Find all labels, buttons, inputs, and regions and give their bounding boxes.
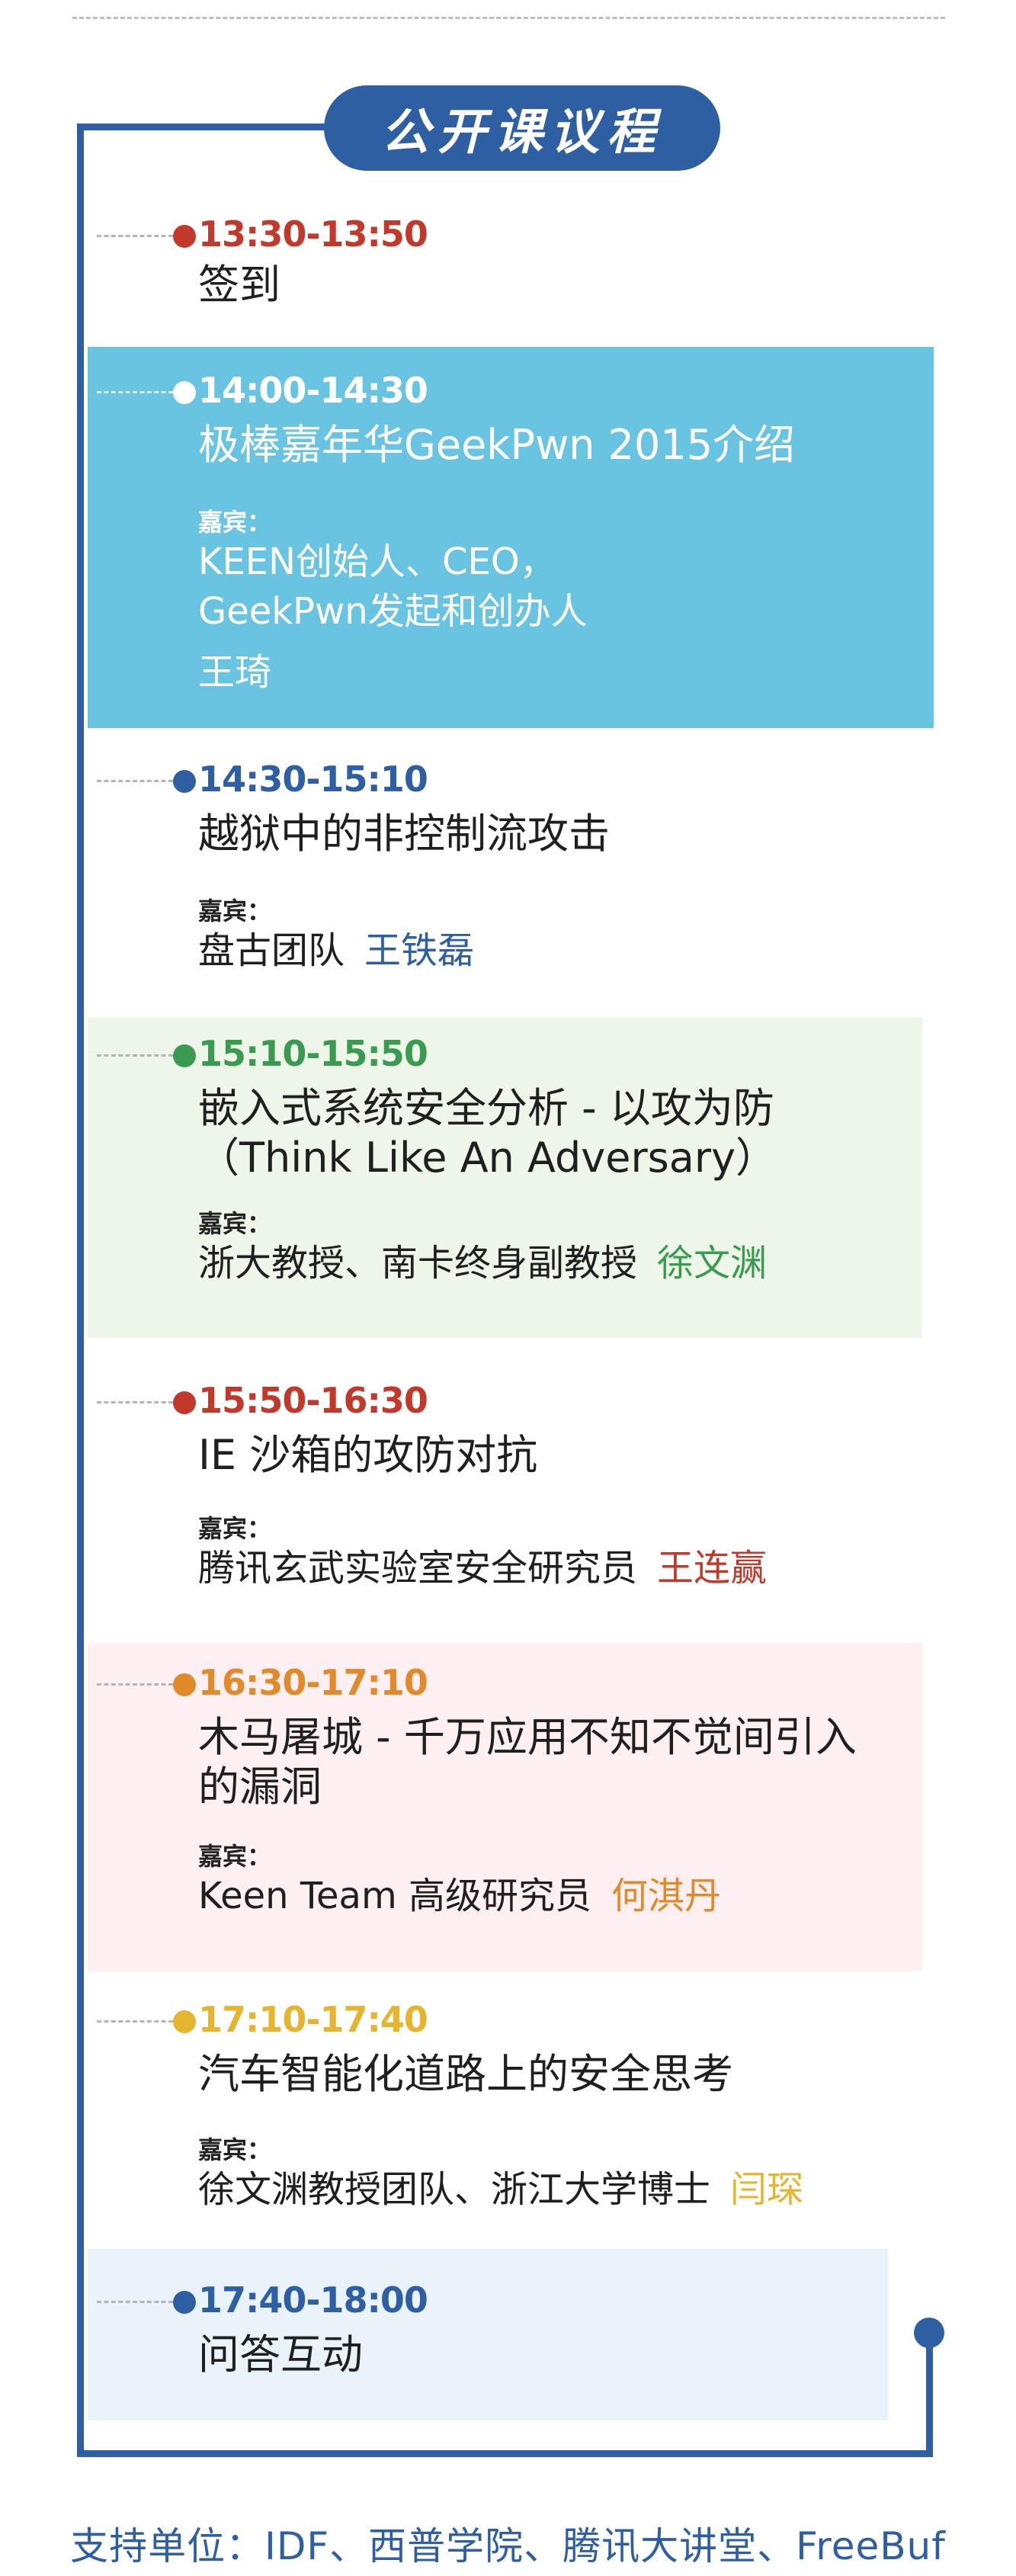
session-7: 17:10-17:40 汽车智能化道路上的安全思考 嘉宾： 徐文渊教授团队、浙江… [88, 1982, 934, 2241]
session-topic: 汽车智能化道路上的安全思考 [198, 2050, 733, 2098]
guest-name: 王琦 [198, 651, 272, 694]
timeline-connector [97, 1401, 173, 1403]
timeline-frame-top [77, 124, 329, 130]
session-time: 17:10-17:40 [198, 1999, 428, 2040]
footer-sponsors: 支持单位：IDF、西普学院、腾讯大讲堂、FreeBuf [70, 2524, 946, 2568]
guest-info: 浙大教授、南卡终身副教授 徐文渊 [198, 1239, 767, 1288]
timeline-connector [97, 2020, 173, 2023]
timeline-connector [97, 2301, 173, 2303]
page-title: 公开课议程 [324, 85, 720, 171]
guest-info: Keen Team 高级研究员 何淇丹 [198, 1872, 721, 1920]
timeline-connector [97, 1054, 173, 1057]
session-time: 14:30-15:10 [198, 759, 428, 800]
session-time: 17:40-18:00 [198, 2279, 428, 2321]
guest-label: 嘉宾： [198, 1514, 272, 1543]
guest-label: 嘉宾： [198, 1842, 272, 1871]
timeline-connector [97, 391, 173, 393]
session-time: 15:50-16:30 [198, 1380, 428, 1421]
session-time: 14:00-14:30 [198, 370, 428, 411]
timeline-dot [173, 2010, 196, 2033]
timeline-dot [173, 381, 196, 404]
session-4: 15:10-15:50 嵌入式系统安全分析 - 以攻为防 （Think Like… [88, 1018, 922, 1338]
guest-name: 王铁磊 [364, 929, 475, 972]
timeline-end-dot [914, 2318, 944, 2348]
guest-role: 腾讯玄武实验室安全研究员 [198, 1547, 638, 1590]
timeline-dot [173, 1673, 196, 1696]
session-topic-line2: （Think Like An Adversary） [198, 1134, 777, 1182]
top-dashed-divider [72, 17, 945, 19]
guest-info: 盘古团队 王铁磊 [198, 926, 474, 975]
session-3: 14:30-15:10 越狱中的非控制流攻击 嘉宾： 盘古团队 王铁磊 [88, 736, 934, 999]
guest-label: 嘉宾： [198, 508, 272, 537]
guest-role: 浙大教授、南卡终身副教授 [198, 1242, 638, 1285]
guest-name: 王连赢 [657, 1547, 768, 1590]
timeline-dot [173, 1044, 196, 1067]
guest-name: 徐文渊 [657, 1242, 768, 1285]
guest-label: 嘉宾： [198, 897, 272, 925]
session-topic: 越狱中的非控制流攻击 [198, 810, 610, 858]
guest-role: 徐文渊教授团队、浙江大学博士 [198, 2168, 711, 2211]
session-topic: 嵌入式系统安全分析 - 以攻为防 [198, 1084, 774, 1132]
session-time: 13:30-13:50 [198, 213, 428, 255]
guest-info: 腾讯玄武实验室安全研究员 王连赢 [198, 1544, 767, 1593]
session-8: 17:40-18:00 问答互动 [88, 2249, 888, 2420]
guest-name: 闫琛 [730, 2168, 804, 2211]
session-topic: 签到 [198, 261, 280, 309]
guest-role: 盘古团队 [198, 929, 345, 972]
session-topic: 问答互动 [198, 2331, 363, 2379]
guest-role: Keen Team 高级研究员 [198, 1875, 591, 1917]
timeline-connector [97, 1683, 173, 1686]
session-2: 14:00-14:30 极棒嘉年华GeekPwn 2015介绍 嘉宾： KEEN… [88, 347, 934, 728]
timeline-dot [173, 1391, 196, 1414]
guest-info: 徐文渊教授团队、浙江大学博士 闫琛 [198, 2165, 803, 2214]
session-5: 15:50-16:30 IE 沙箱的攻防对抗 嘉宾： 腾讯玄武实验室安全研究员王… [88, 1357, 934, 1631]
session-6: 16:30-17:10 木马屠城 - 千万应用不知不觉间引入 的漏洞 嘉宾： K… [88, 1643, 922, 1971]
timeline-dot [173, 225, 196, 248]
guest-label: 嘉宾： [198, 2135, 272, 2164]
timeline-dot [173, 2291, 196, 2314]
guest-label: 嘉宾： [198, 1209, 272, 1238]
guest-role: KEEN创始人、CEO， [198, 541, 556, 583]
session-time: 16:30-17:10 [198, 1662, 428, 1703]
guest-role: GeekPwn发起和创办人 [198, 590, 588, 633]
session-topic: IE 沙箱的攻防对抗 [198, 1431, 538, 1479]
timeline-frame-bottom [77, 2450, 933, 2457]
timeline-dot [173, 770, 196, 793]
session-topic-line2: 的漏洞 [198, 1763, 322, 1811]
timeline-connector [97, 235, 173, 237]
guest-name: 何淇丹 [611, 1875, 721, 1917]
timeline-connector [97, 780, 173, 782]
session-1: 13:30-13:50 签到 [88, 198, 934, 328]
session-time: 15:10-15:50 [198, 1033, 428, 1074]
timeline-frame-left [77, 124, 84, 2457]
session-topic: 木马屠城 - 千万应用不知不觉间引入 [198, 1713, 857, 1761]
session-topic: 极棒嘉年华GeekPwn 2015介绍 [198, 421, 796, 469]
